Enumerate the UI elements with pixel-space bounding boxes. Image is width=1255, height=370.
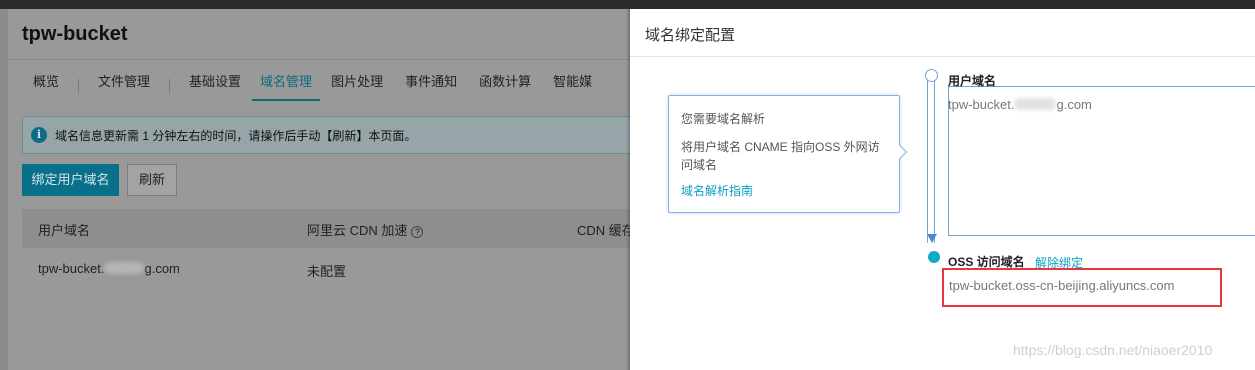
refresh-button[interactable]: 刷新: [127, 164, 177, 196]
table-header: 用户域名 阿里云 CDN 加速? CDN 缓存: [22, 209, 630, 247]
tab-intelligent-media[interactable]: 智能媒: [542, 71, 603, 101]
top-bar: [0, 0, 1255, 9]
flow-start-dot: [925, 69, 938, 82]
user-domain-suffix: g.com: [1056, 97, 1092, 112]
user-domain-prefix: tpw-bucket.: [948, 97, 1015, 112]
row-user-domain: tpw-bucket. g.com: [38, 261, 180, 276]
info-icon: i: [31, 127, 47, 143]
tip-arrow: [892, 144, 908, 160]
tab-function-compute[interactable]: 函数计算: [468, 71, 542, 101]
dns-tip-card: 您需要域名解析 将用户域名 CNAME 指向OSS 外网访问域名 域名解析指南: [668, 95, 908, 213]
redacted-blur: [1014, 98, 1057, 110]
bind-user-domain-button[interactable]: 绑定用户域名: [22, 164, 119, 196]
oss-domain-value: tpw-bucket.oss-cn-beijing.aliyuncs.com: [949, 278, 1175, 293]
domain-suffix: g.com: [144, 261, 180, 276]
redacted-blur: [104, 262, 145, 274]
row-cdn-status: 未配置: [307, 264, 347, 279]
column-header-cdn-label: 阿里云 CDN 加速: [307, 223, 408, 238]
tip-line-1: 您需要域名解析: [681, 112, 766, 126]
dns-guide-link[interactable]: 域名解析指南: [681, 182, 887, 199]
divider: [22, 247, 630, 248]
tab-separator: [78, 79, 80, 93]
tab-event-notification[interactable]: 事件通知: [394, 71, 468, 101]
tip-line-2: 将用户域名 CNAME 指向OSS 外网访问域名: [681, 140, 880, 172]
flow-connector: [927, 77, 935, 243]
tab-domain-management[interactable]: 域名管理: [252, 71, 321, 101]
bucket-title: tpw-bucket: [22, 23, 128, 45]
tab-file-management[interactable]: 文件管理: [87, 71, 161, 101]
flow-arrow-icon: [927, 234, 937, 243]
tab-image-processing[interactable]: 图片处理: [320, 71, 394, 101]
left-gutter: [0, 9, 8, 370]
bucket-tabs: 概览 文件管理 基础设置 域名管理 图片处理 事件通知 函数计算 智能媒: [22, 71, 603, 101]
drawer-title: 域名绑定配置: [645, 27, 736, 44]
divider: [8, 59, 630, 60]
column-header-cdn: 阿里云 CDN 加速?: [307, 220, 424, 239]
tab-basic-settings[interactable]: 基础设置: [178, 71, 252, 101]
refresh-notice: i 域名信息更新需 1 分钟左右的时间，请操作后手动【刷新】本页面。: [22, 116, 630, 154]
column-header-cdn-cache: CDN 缓存: [577, 223, 630, 238]
notice-text: 域名信息更新需 1 分钟左右的时间，请操作后手动【刷新】本页面。: [55, 128, 417, 143]
column-header-user-domain: 用户域名: [38, 223, 91, 238]
user-domain-label: 用户域名: [948, 74, 997, 88]
tab-overview[interactable]: 概览: [22, 71, 70, 101]
question-circle-icon[interactable]: ?: [411, 226, 424, 238]
divider: [630, 56, 1255, 57]
domain-binding-drawer: 域名绑定配置 您需要域名解析 将用户域名 CNAME 指向OSS 外网访问域名 …: [630, 9, 1255, 370]
domain-prefix: tpw-bucket.: [38, 261, 105, 276]
user-domain-value: tpw-bucket. g.com: [948, 97, 1092, 112]
watermark: https://blog.csdn.net/niaoer2010: [1013, 342, 1213, 358]
bucket-page: tpw-bucket 概览 文件管理 基础设置 域名管理 图片处理 事件通知 函…: [8, 9, 630, 370]
tab-separator: [169, 79, 171, 93]
flow-end-dot: [928, 251, 940, 263]
